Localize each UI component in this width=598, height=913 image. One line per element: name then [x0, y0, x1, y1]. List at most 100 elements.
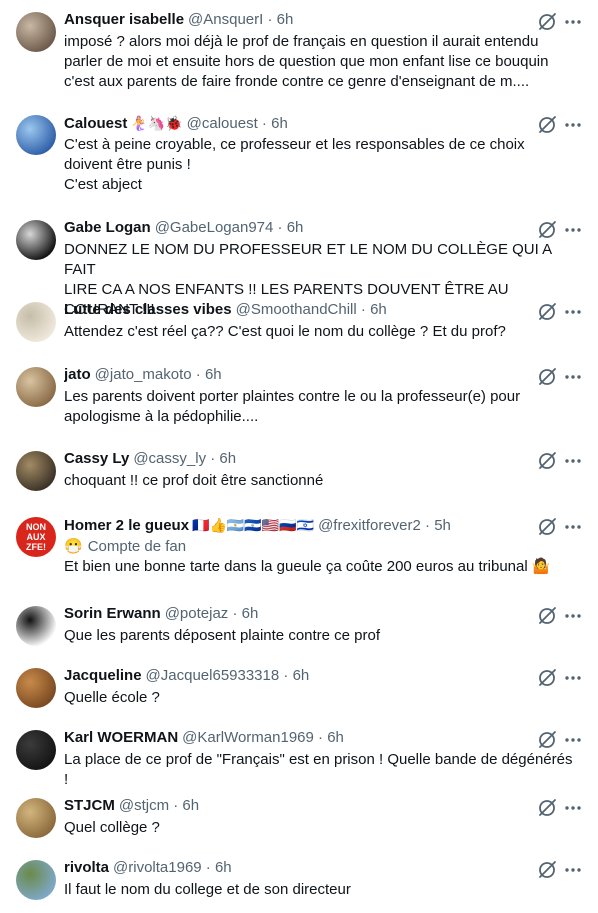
grok-slash-icon[interactable] [536, 797, 558, 819]
more-options-icon[interactable] [562, 301, 584, 323]
display-name[interactable]: Calouest [64, 115, 127, 132]
reply-item[interactable]: Jacqueline @Jacquel65933318 · 6h Quelle éc… [0, 658, 598, 720]
avatar[interactable] [16, 798, 56, 838]
handle[interactable]: @stjcm [119, 797, 169, 814]
timestamp[interactable]: 6h [370, 301, 387, 318]
avatar-text: AUX [26, 532, 46, 542]
display-name[interactable]: Homer 2 le gueux [64, 517, 189, 534]
more-options-icon[interactable] [562, 114, 584, 136]
display-name[interactable]: Ansquer isabelle [64, 11, 184, 28]
grok-slash-icon[interactable] [536, 219, 558, 241]
reply-text-line: Que les parents déposent plainte contre … [64, 627, 381, 644]
more-options-icon[interactable] [562, 516, 584, 538]
display-name[interactable]: STJCM [64, 797, 115, 814]
timestamp[interactable]: 6h [242, 605, 259, 622]
reply-actions [536, 797, 586, 819]
handle[interactable]: @GabeLogan974 [155, 219, 274, 236]
handle[interactable]: @jato_makoto [95, 366, 192, 383]
grok-slash-icon[interactable] [536, 729, 558, 751]
grok-slash-icon[interactable] [536, 605, 558, 627]
handle[interactable]: @KarlWorman1969 [182, 729, 314, 746]
more-options-icon[interactable] [562, 219, 584, 241]
reply-item[interactable]: Calouest 🧜‍♀️🦄🐞 @calouest · 6h C'est à pein… [0, 105, 598, 210]
more-options-icon[interactable] [562, 797, 584, 819]
handle[interactable]: @potejaz [165, 605, 229, 622]
reply-meta: @cassy_ly · 6h [133, 450, 236, 467]
more-options-icon[interactable] [562, 859, 584, 881]
display-name[interactable]: Lutte des classes vibes [64, 301, 232, 318]
handle[interactable]: @Jacquel65933318 [146, 667, 280, 684]
reply-item[interactable]: Karl WOERMAN @KarlWorman1969 · 6h La place… [0, 720, 598, 788]
timestamp[interactable]: 6h [215, 859, 232, 876]
separator-dot: · [169, 797, 183, 814]
grok-slash-icon[interactable] [536, 366, 558, 388]
avatar[interactable] [16, 606, 56, 646]
reply-meta: @GabeLogan974 · 6h [155, 219, 304, 236]
timestamp[interactable]: 6h [219, 450, 236, 467]
handle[interactable]: @rivolta1969 [113, 859, 202, 876]
reply-header: Gabe Logan @GabeLogan974 · 6h [64, 218, 528, 238]
avatar[interactable]: NON AUX ZFE! [16, 517, 56, 557]
reply-text-line: DONNEZ LE NOM DU PROFESSEUR ET LE NOM DU… [64, 241, 552, 278]
reply-text: La place de ce prof de "Français" est en… [64, 750, 584, 790]
avatar[interactable] [16, 668, 56, 708]
timestamp[interactable]: 6h [327, 729, 344, 746]
handle[interactable]: @AnsquerI [188, 11, 263, 28]
reply-text-line: C'est abject [64, 176, 142, 193]
reply-meta: @rivolta1969 · 6h [113, 859, 232, 876]
display-name[interactable]: jato [64, 366, 91, 383]
reply-item[interactable]: Gabe Logan @GabeLogan974 · 6h DONNEZ LE NO… [0, 210, 598, 318]
more-options-icon[interactable] [562, 667, 584, 689]
handle[interactable]: @SmoothandChill [236, 301, 357, 318]
reply-item[interactable]: STJCM @stjcm · 6h Quel collège ? [0, 788, 598, 850]
grok-slash-icon[interactable] [536, 667, 558, 689]
grok-slash-icon[interactable] [536, 859, 558, 881]
more-options-icon[interactable] [562, 605, 584, 627]
reply-item[interactable]: Sorin Erwann @potejaz · 6h Que les parents… [0, 596, 598, 658]
reply-item[interactable]: Ansquer isabelle @AnsquerI · 6h imposé ? a… [0, 2, 598, 105]
avatar[interactable] [16, 451, 56, 491]
display-name[interactable]: Sorin Erwann [64, 605, 161, 622]
reply-text-line: choquant !! ce prof doit être sanctionné [64, 472, 324, 489]
handle[interactable]: @calouest [187, 115, 258, 132]
avatar[interactable] [16, 302, 56, 342]
timestamp[interactable]: 6h [271, 115, 288, 132]
reply-text: Que les parents déposent plainte contre … [64, 626, 584, 646]
avatar[interactable] [16, 12, 56, 52]
avatar[interactable] [16, 220, 56, 260]
grok-slash-icon[interactable] [536, 11, 558, 33]
grok-slash-icon[interactable] [536, 516, 558, 538]
timestamp[interactable]: 6h [277, 11, 294, 28]
timestamp[interactable]: 5h [434, 517, 451, 534]
display-name[interactable]: rivolta [64, 859, 109, 876]
display-name[interactable]: Karl WOERMAN [64, 729, 178, 746]
reply-item[interactable]: jato @jato_makoto · 6h Les parents doivent… [0, 357, 598, 441]
avatar[interactable] [16, 730, 56, 770]
timestamp[interactable]: 6h [182, 797, 199, 814]
avatar[interactable] [16, 115, 56, 155]
avatar[interactable] [16, 367, 56, 407]
grok-slash-icon[interactable] [536, 114, 558, 136]
display-name[interactable]: Gabe Logan [64, 219, 151, 236]
avatar[interactable] [16, 860, 56, 900]
reply-item[interactable]: Cassy Ly @cassy_ly · 6h choquant !! ce pro… [0, 441, 598, 507]
timestamp[interactable]: 6h [205, 366, 222, 383]
reply-item[interactable]: Lutte des classes vibes @SmoothandChill ·… [0, 292, 598, 357]
more-options-icon[interactable] [562, 450, 584, 472]
reply-text-line: C'est à peine croyable, ce professeur et… [64, 136, 525, 153]
display-name[interactable]: Cassy Ly [64, 450, 129, 467]
reply-item[interactable]: NON AUX ZFE! Homer 2 le gueux 🇫🇷👍🇦🇷🇸🇻🇺🇸🇷🇺🇮🇱 @… [0, 507, 598, 596]
grok-slash-icon[interactable] [536, 450, 558, 472]
timestamp[interactable]: 6h [287, 219, 304, 236]
more-options-icon[interactable] [562, 366, 584, 388]
handle[interactable]: @frexitforever2 [318, 517, 421, 534]
handle[interactable]: @cassy_ly [133, 450, 206, 467]
reply-text-line: Attendez c'est réel ça?? C'est quoi le n… [64, 323, 506, 340]
more-options-icon[interactable] [562, 729, 584, 751]
timestamp[interactable]: 6h [293, 667, 310, 684]
more-options-icon[interactable] [562, 11, 584, 33]
reply-item[interactable]: rivolta @rivolta1969 · 6h Il faut le nom d… [0, 850, 598, 905]
display-name[interactable]: Jacqueline [64, 667, 142, 684]
grok-slash-icon[interactable] [536, 301, 558, 323]
reply-text-line: Quelle école ? [64, 689, 160, 706]
